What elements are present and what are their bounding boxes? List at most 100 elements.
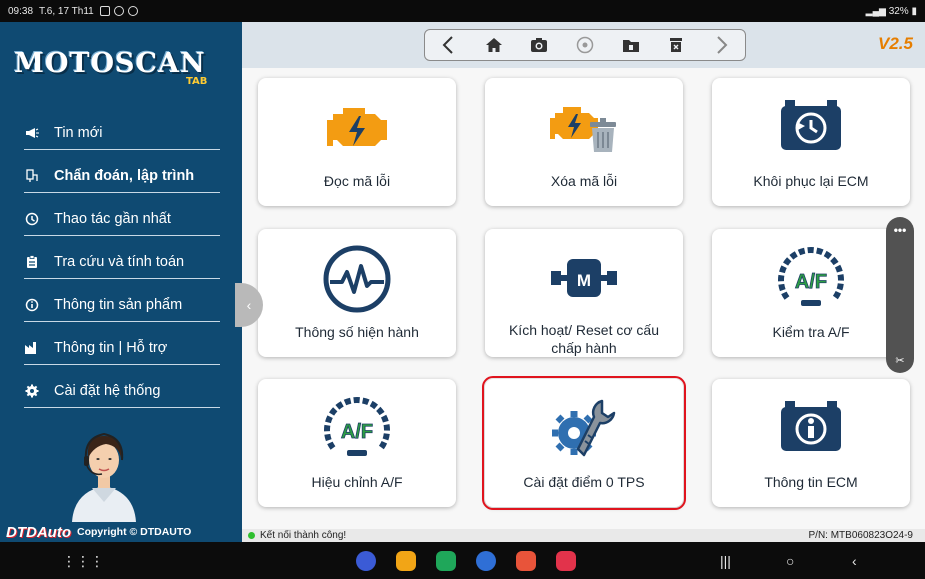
- sidebar-item-label: Tra cứu và tính toán: [54, 253, 185, 270]
- sidebar-item-label: Cài đặt hệ thống: [54, 382, 161, 399]
- sidebar-item-recent[interactable]: Thao tác gần nhất: [24, 202, 220, 236]
- history-icon: [24, 212, 40, 226]
- copyright-text: Copyright © DTDAUTO: [76, 526, 192, 538]
- home-icon: [485, 38, 502, 52]
- open-folder-button[interactable]: [617, 31, 645, 59]
- folder-icon: [622, 40, 639, 52]
- messages-app-icon[interactable]: [476, 551, 496, 571]
- gear-wrench-icon: [548, 393, 620, 465]
- sidebar-item-news[interactable]: Tin mới: [24, 116, 220, 150]
- clipboard-icon: [24, 254, 40, 269]
- sidebar-item-label: Chẩn đoán, lập trình: [54, 167, 195, 184]
- sidebar-item-diagnostics[interactable]: Chẩn đoán, lập trình: [24, 159, 220, 193]
- files-app-icon[interactable]: [396, 551, 416, 571]
- tile-label: Xóa mã lỗi: [550, 173, 618, 189]
- camera-icon: [531, 38, 548, 52]
- sidebar: MOTOSCAN TAB Tin mới Chẩn đoán, lập trìn…: [0, 22, 242, 542]
- svg-text:A/F: A/F: [795, 271, 827, 293]
- phone-app-icon[interactable]: [436, 551, 456, 571]
- tile-adjust-af[interactable]: A/F Hiệu chỉnh A/F: [258, 379, 456, 507]
- trash-icon: [670, 38, 683, 52]
- tile-label: Kiểm tra A/F: [772, 324, 850, 340]
- ecm-info-icon: [775, 393, 847, 465]
- app-logo: MOTOSCAN: [14, 48, 206, 79]
- app-logo-subtitle: TAB: [186, 76, 208, 87]
- tile-label: Kích hoạt/ Reset cơ cấu chấp hành: [508, 322, 660, 356]
- brand-logo: DTDAuto: [6, 523, 71, 541]
- clock: 09:38: [8, 5, 34, 17]
- tile-tps-zero[interactable]: Cài đặt điểm 0 TPS: [482, 376, 686, 510]
- engine-delete-icon: [546, 92, 622, 164]
- factory-icon: [24, 341, 40, 355]
- delete-button[interactable]: [662, 31, 690, 59]
- home-nav-icon[interactable]: ○: [786, 553, 794, 569]
- waveform-icon: [322, 243, 392, 315]
- af-gauge-icon: A/F: [321, 393, 393, 465]
- connection-status-bar: Kết nối thành công! P/N: MTB060823O24-9: [242, 529, 925, 542]
- tile-label: Cài đặt điểm 0 TPS: [523, 474, 645, 490]
- system-status-bar: 09:38 T.6, 17 Th11 ▂▄▆ 32% ▮: [0, 0, 925, 22]
- notification-icons: [99, 6, 138, 16]
- main-content: V2.5 Đọc mã lỗi Xóa mã lỗi Khôi phục lại…: [242, 22, 925, 542]
- recents-icon[interactable]: |||: [720, 553, 731, 569]
- camera-app-icon[interactable]: [556, 551, 576, 571]
- sidebar-item-lookup[interactable]: Tra cứu và tính toán: [24, 245, 220, 279]
- tile-live-data[interactable]: Thông số hiện hành: [258, 229, 456, 357]
- sidebar-item-label: Tin mới: [54, 124, 103, 141]
- chevron-left-icon: ‹: [246, 297, 252, 313]
- forward-button[interactable]: [708, 31, 736, 59]
- battery-level: 32%: [888, 5, 909, 17]
- battery-icon: ▮: [911, 5, 917, 17]
- engine-warning-icon: [321, 92, 393, 164]
- record-icon: [576, 36, 594, 54]
- tile-check-af[interactable]: A/F Kiểm tra A/F: [712, 229, 910, 357]
- more-icon[interactable]: •••: [886, 223, 914, 237]
- gear-icon: [24, 384, 40, 398]
- svg-text:A/F: A/F: [341, 421, 373, 443]
- pin-icon[interactable]: ✂: [886, 354, 914, 367]
- tile-read-dtc[interactable]: Đọc mã lỗi: [258, 78, 456, 206]
- sidebar-item-settings[interactable]: Cài đặt hệ thống: [24, 374, 220, 408]
- tile-label: Khôi phục lại ECM: [753, 173, 869, 189]
- copyright-footer: DTDAuto Copyright © DTDAUTO: [0, 522, 242, 542]
- toolbar: [424, 29, 746, 61]
- chevron-left-icon: [442, 36, 453, 54]
- info-circle-icon: [24, 298, 40, 312]
- af-gauge-icon: A/F: [775, 243, 847, 315]
- signal-icon: ▂▄▆: [865, 5, 886, 16]
- tile-actuator-test[interactable]: M Kích hoạt/ Reset cơ cấu chấp hành: [485, 229, 683, 357]
- chevron-right-icon: [717, 36, 728, 54]
- tile-restore-ecm[interactable]: Khôi phục lại ECM: [712, 78, 910, 206]
- app-version: V2.5: [878, 34, 913, 53]
- system-navigation-bar: ⋮⋮⋮ ||| ○ ‹: [0, 542, 925, 579]
- tile-label: Thông tin ECM: [764, 474, 858, 490]
- screenshot-button[interactable]: [525, 31, 553, 59]
- tile-label: Thông số hiện hành: [295, 324, 419, 340]
- sidebar-item-label: Thông tin sản phẩm: [54, 296, 183, 313]
- diagnostic-icon: [24, 168, 40, 183]
- sidebar-item-label: Thao tác gần nhất: [54, 210, 171, 227]
- motor-icon: M: [547, 243, 621, 313]
- edge-panel-handle[interactable]: ••• ✂: [886, 217, 914, 373]
- record-button[interactable]: [571, 31, 599, 59]
- contacts-app-icon[interactable]: [516, 551, 536, 571]
- browser-app-icon[interactable]: [356, 551, 376, 571]
- tile-label: Đọc mã lỗi: [323, 173, 391, 189]
- connection-indicator-icon: [248, 532, 255, 539]
- app-drawer-icon[interactable]: ⋮⋮⋮: [62, 553, 104, 570]
- back-button[interactable]: [434, 31, 462, 59]
- date: T.6, 17 Th11: [39, 5, 94, 17]
- sidebar-item-label: Thông tin | Hỗ trợ: [54, 339, 168, 356]
- ecm-restore-icon: [775, 92, 847, 164]
- megaphone-icon: [24, 127, 40, 139]
- back-nav-icon[interactable]: ‹: [852, 553, 857, 569]
- home-button[interactable]: [480, 31, 508, 59]
- connection-status-text: Kết nối thành công!: [260, 530, 347, 541]
- sidebar-item-support[interactable]: Thông tin | Hỗ trợ: [24, 331, 220, 365]
- tile-label: Hiệu chỉnh A/F: [311, 474, 403, 490]
- tile-ecm-info[interactable]: Thông tin ECM: [712, 379, 910, 507]
- tile-clear-dtc[interactable]: Xóa mã lỗi: [485, 78, 683, 206]
- part-number: P/N: MTB060823O24-9: [808, 530, 914, 541]
- top-bar: V2.5: [242, 22, 925, 68]
- sidebar-item-product-info[interactable]: Thông tin sản phẩm: [24, 288, 220, 322]
